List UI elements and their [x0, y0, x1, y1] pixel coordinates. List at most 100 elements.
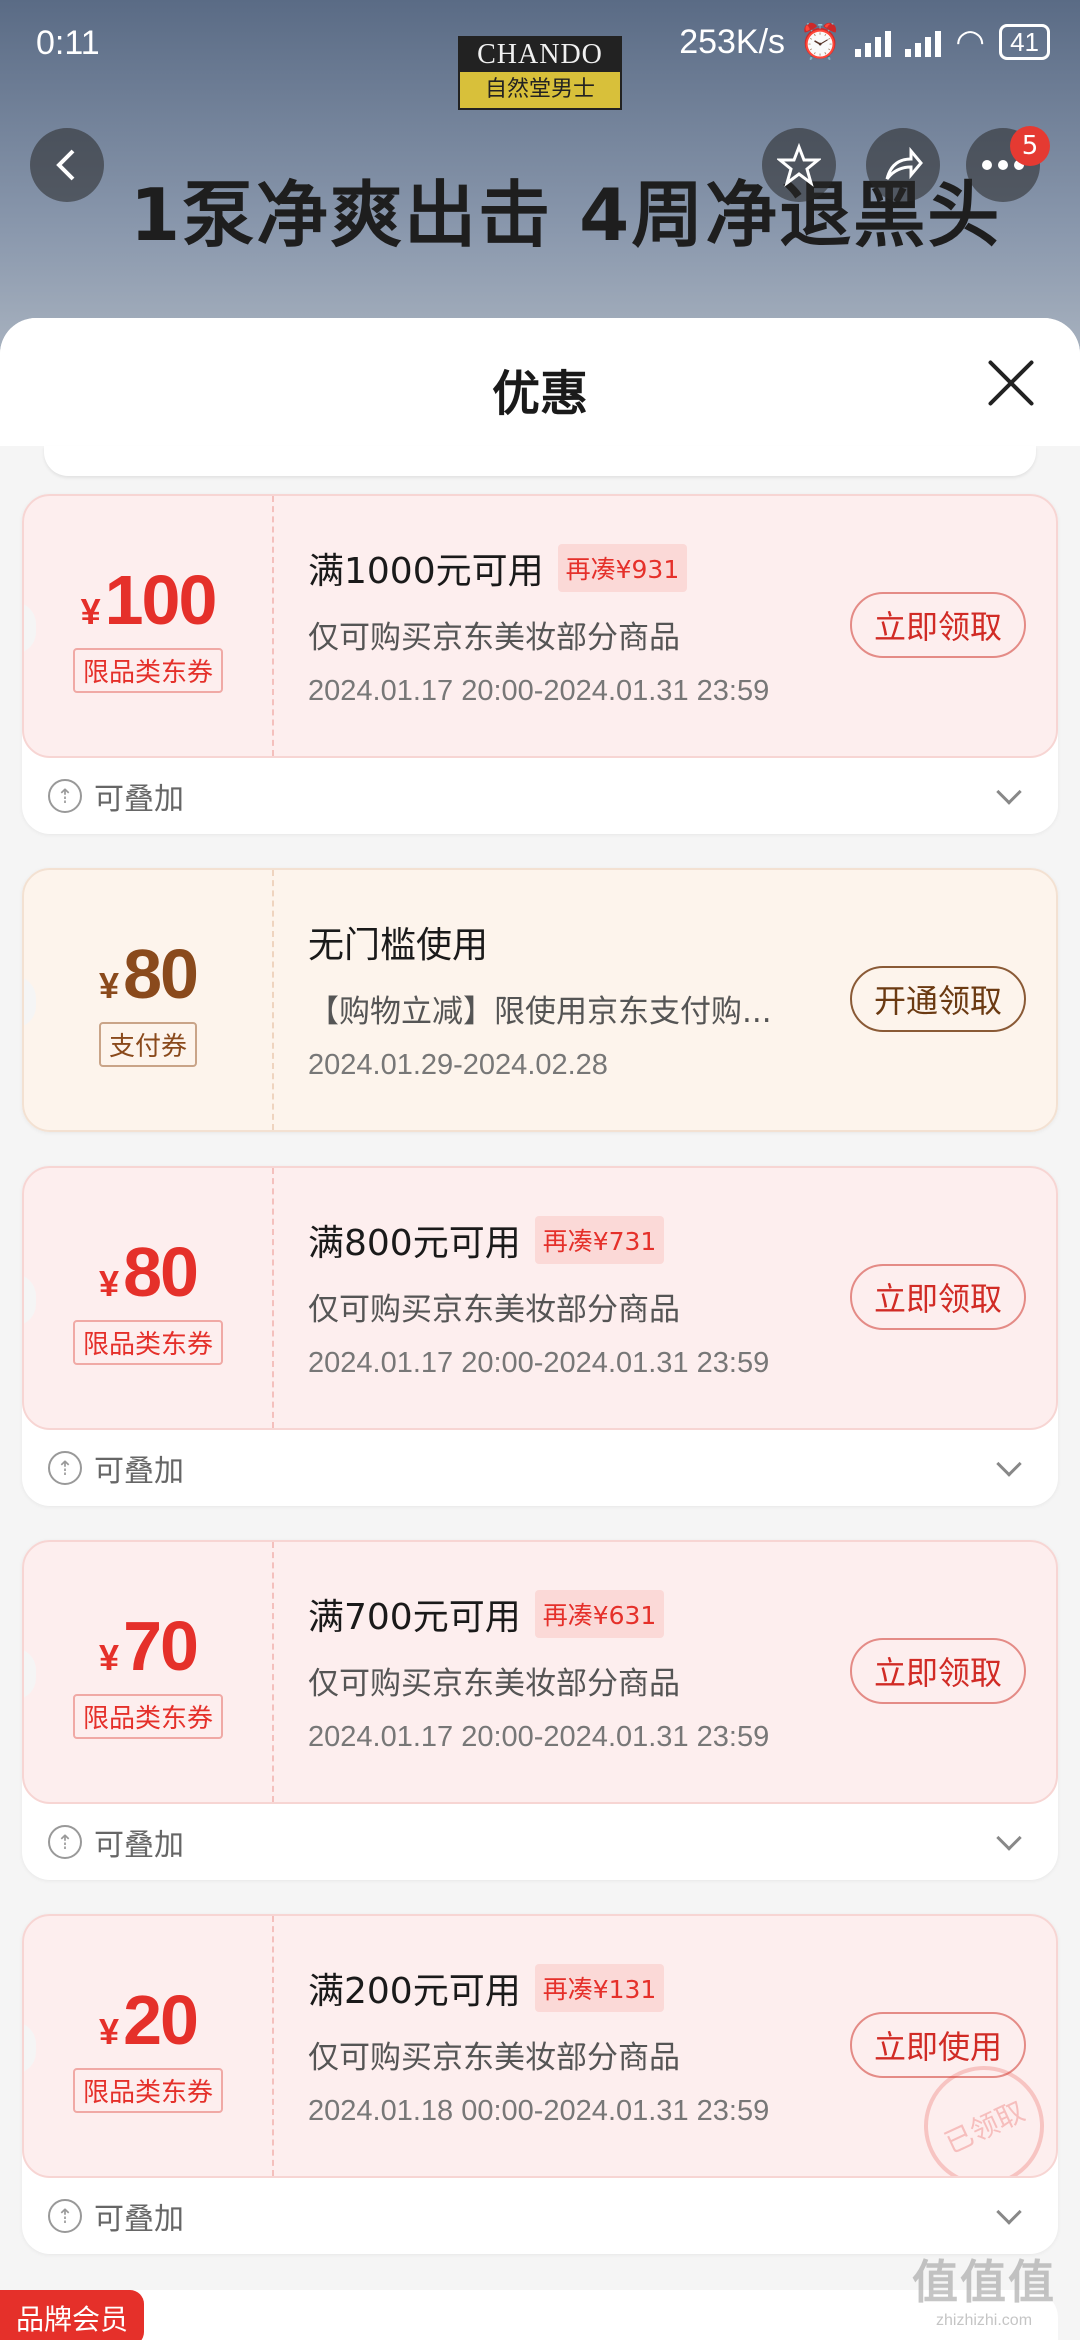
coupon-body: ¥ 70 限品类东券 满700元可用 再凑¥631 仅可购买京东美妆部分商品 2…	[22, 1540, 1058, 1804]
chevron-down-icon[interactable]	[996, 2199, 1022, 2225]
previous-coupon-edge	[44, 446, 1036, 476]
coupon-card: ¥ 70 限品类东券 满700元可用 再凑¥631 仅可购买京东美妆部分商品 2…	[22, 1540, 1058, 1880]
chevron-down-icon[interactable]	[996, 1451, 1022, 1477]
coupon-body: ¥ 100 限品类东券 满1000元可用 再凑¥931 仅可购买京东美妆部分商品…	[22, 494, 1058, 758]
coupon-condition: 满700元可用	[308, 1597, 521, 1638]
coupon-condition: 满800元可用	[308, 1223, 521, 1264]
currency-symbol: ¥	[99, 2010, 120, 2052]
coupon-action-button[interactable]: 开通领取	[849, 966, 1026, 1032]
coupon-type-badge: 限品类东券	[72, 1319, 223, 1365]
coupon-type-badge: 限品类东券	[72, 647, 223, 693]
coupon-footer[interactable]: ⇡ 可叠加	[22, 1804, 1058, 1880]
favorite-button[interactable]	[762, 128, 836, 202]
coupon-value-area: ¥ 80 支付券	[24, 870, 274, 1130]
coupon-validity: 2024.01.17 20:00-2024.01.31 23:59	[308, 1347, 770, 1379]
coupon-condition: 无门槛使用	[308, 925, 489, 966]
add-more-tag: 再凑¥931	[557, 544, 688, 592]
coupon-action-button[interactable]: 立即领取	[849, 592, 1026, 658]
currency-symbol: ¥	[80, 590, 101, 632]
coupon-amount: ¥ 80	[99, 934, 199, 1014]
coupon-list: ¥ 100 限品类东券 满1000元可用 再凑¥931 仅可购买京东美妆部分商品…	[22, 494, 1058, 2288]
stackable-label: 可叠加	[94, 1454, 184, 1489]
coupon-amount: ¥ 100	[80, 560, 218, 640]
currency-symbol: ¥	[99, 1636, 120, 1678]
coupon-condition: 满1000元可用	[308, 551, 544, 592]
more-badge: 5	[1010, 126, 1050, 166]
stackable-label: 可叠加	[94, 782, 184, 817]
coupon-amount-value: 100	[104, 560, 218, 639]
coupon-amount: ¥ 70	[99, 1606, 199, 1686]
brand-logo: CHANDO 自然堂男士	[458, 36, 622, 110]
coupon-value-area: ¥ 100 限品类东券	[24, 496, 274, 756]
network-speed: 253K/s	[679, 22, 786, 61]
coupon-condition: 满200元可用	[308, 1971, 521, 2012]
coupon-body: ¥ 80 支付券 无门槛使用 【购物立减】限使用京东支付购... 2024.01…	[22, 868, 1058, 1132]
coupon-description: 【购物立减】限使用京东支付购...	[308, 994, 772, 1030]
coupon-sheet: 优惠 ¥ 100 限品类东券 满1000元可用 再凑¥931 仅可购买京东美妆部…	[0, 318, 1080, 2340]
coupon-amount: ¥ 80	[99, 1232, 199, 1312]
next-coupon-peek	[22, 2290, 1058, 2340]
coupon-amount: ¥ 20	[99, 1980, 199, 2060]
coupon-description: 仅可购买京东美妆部分商品	[308, 1666, 680, 1702]
coupon-condition-row: 满700元可用 再凑¥631	[308, 1588, 1056, 1640]
coupon-description: 仅可购买京东美妆部分商品	[308, 2040, 680, 2076]
coupon-type-badge: 限品类东券	[72, 2067, 223, 2113]
battery-icon: 41	[999, 24, 1050, 60]
sheet-header: 优惠	[0, 318, 1080, 446]
coupon-body: ¥ 80 限品类东券 满800元可用 再凑¥731 仅可购买京东美妆部分商品 2…	[22, 1166, 1058, 1430]
coupon-validity: 2024.01.17 20:00-2024.01.31 23:59	[308, 675, 770, 707]
coupon-condition-row: 满200元可用 再凑¥131	[308, 1962, 1056, 2014]
coupon-type-badge: 支付券	[98, 1021, 197, 1067]
share-button[interactable]	[866, 128, 940, 202]
coupon-condition-row: 满1000元可用 再凑¥931	[308, 542, 1056, 594]
coupon-validity: 2024.01.29-2024.02.28	[308, 1049, 608, 1081]
coupon-footer[interactable]: ⇡ 可叠加	[22, 1430, 1058, 1506]
stack-icon: ⇡	[48, 1451, 82, 1485]
status-indicators: 253K/s ⏰ ◠ 41	[679, 22, 1050, 62]
wifi-icon: ◠	[955, 23, 986, 61]
coupon-type-badge: 限品类东券	[72, 1693, 223, 1739]
signal-hd-icon	[905, 27, 942, 57]
share-icon	[885, 146, 923, 180]
coupon-amount-value: 20	[123, 1980, 199, 2059]
coupon-card: ¥ 80 支付券 无门槛使用 【购物立减】限使用京东支付购... 2024.01…	[22, 868, 1058, 1132]
signal-icon	[855, 27, 892, 57]
alarm-icon: ⏰	[799, 23, 842, 61]
currency-symbol: ¥	[99, 964, 120, 1006]
status-time: 0:11	[36, 24, 100, 62]
coupon-details: 满1000元可用 再凑¥931 仅可购买京东美妆部分商品 2024.01.17 …	[274, 496, 1056, 756]
coupon-action-button[interactable]: 立即领取	[849, 1638, 1026, 1704]
add-more-tag: 再凑¥631	[534, 1590, 665, 1638]
coupon-card: ¥ 20 限品类东券 满200元可用 再凑¥131 仅可购买京东美妆部分商品 2…	[22, 1914, 1058, 2254]
coupon-amount-value: 70	[123, 1606, 199, 1685]
coupon-description: 仅可购买京东美妆部分商品	[308, 1292, 680, 1328]
coupon-description: 仅可购买京东美妆部分商品	[308, 620, 680, 656]
coupon-details: 满700元可用 再凑¥631 仅可购买京东美妆部分商品 2024.01.17 2…	[274, 1542, 1056, 1802]
back-button[interactable]	[30, 128, 104, 202]
add-more-tag: 再凑¥131	[534, 1964, 665, 2012]
coupon-card: ¥ 80 限品类东券 满800元可用 再凑¥731 仅可购买京东美妆部分商品 2…	[22, 1166, 1058, 1506]
watermark: 值值值 zhizhizhi.com	[912, 2255, 1056, 2329]
star-icon	[777, 143, 821, 187]
sheet-title: 优惠	[491, 366, 588, 422]
coupon-footer[interactable]: ⇡ 可叠加	[22, 758, 1058, 834]
chevron-down-icon[interactable]	[996, 1825, 1022, 1851]
coupon-footer[interactable]: ⇡ 可叠加	[22, 2178, 1058, 2254]
coupon-value-area: ¥ 20 限品类东券	[24, 1916, 274, 2176]
add-more-tag: 再凑¥731	[534, 1216, 665, 1264]
coupon-value-area: ¥ 70 限品类东券	[24, 1542, 274, 1802]
coupon-amount-value: 80	[123, 1232, 199, 1311]
brand-member-tag: 品牌会员	[0, 2290, 145, 2340]
stack-icon: ⇡	[48, 1825, 82, 1859]
close-icon[interactable]	[986, 358, 1036, 408]
coupon-condition-row: 无门槛使用	[308, 916, 1056, 968]
coupon-validity: 2024.01.17 20:00-2024.01.31 23:59	[308, 1721, 770, 1753]
coupon-card: ¥ 100 限品类东券 满1000元可用 再凑¥931 仅可购买京东美妆部分商品…	[22, 494, 1058, 834]
stack-icon: ⇡	[48, 779, 82, 813]
coupon-action-button[interactable]: 立即领取	[849, 1264, 1026, 1330]
coupon-details: 满800元可用 再凑¥731 仅可购买京东美妆部分商品 2024.01.17 2…	[274, 1168, 1056, 1428]
chevron-down-icon[interactable]	[996, 779, 1022, 805]
stackable-label: 可叠加	[94, 2202, 184, 2237]
stack-icon: ⇡	[48, 2199, 82, 2233]
back-arrow-icon	[56, 149, 75, 181]
